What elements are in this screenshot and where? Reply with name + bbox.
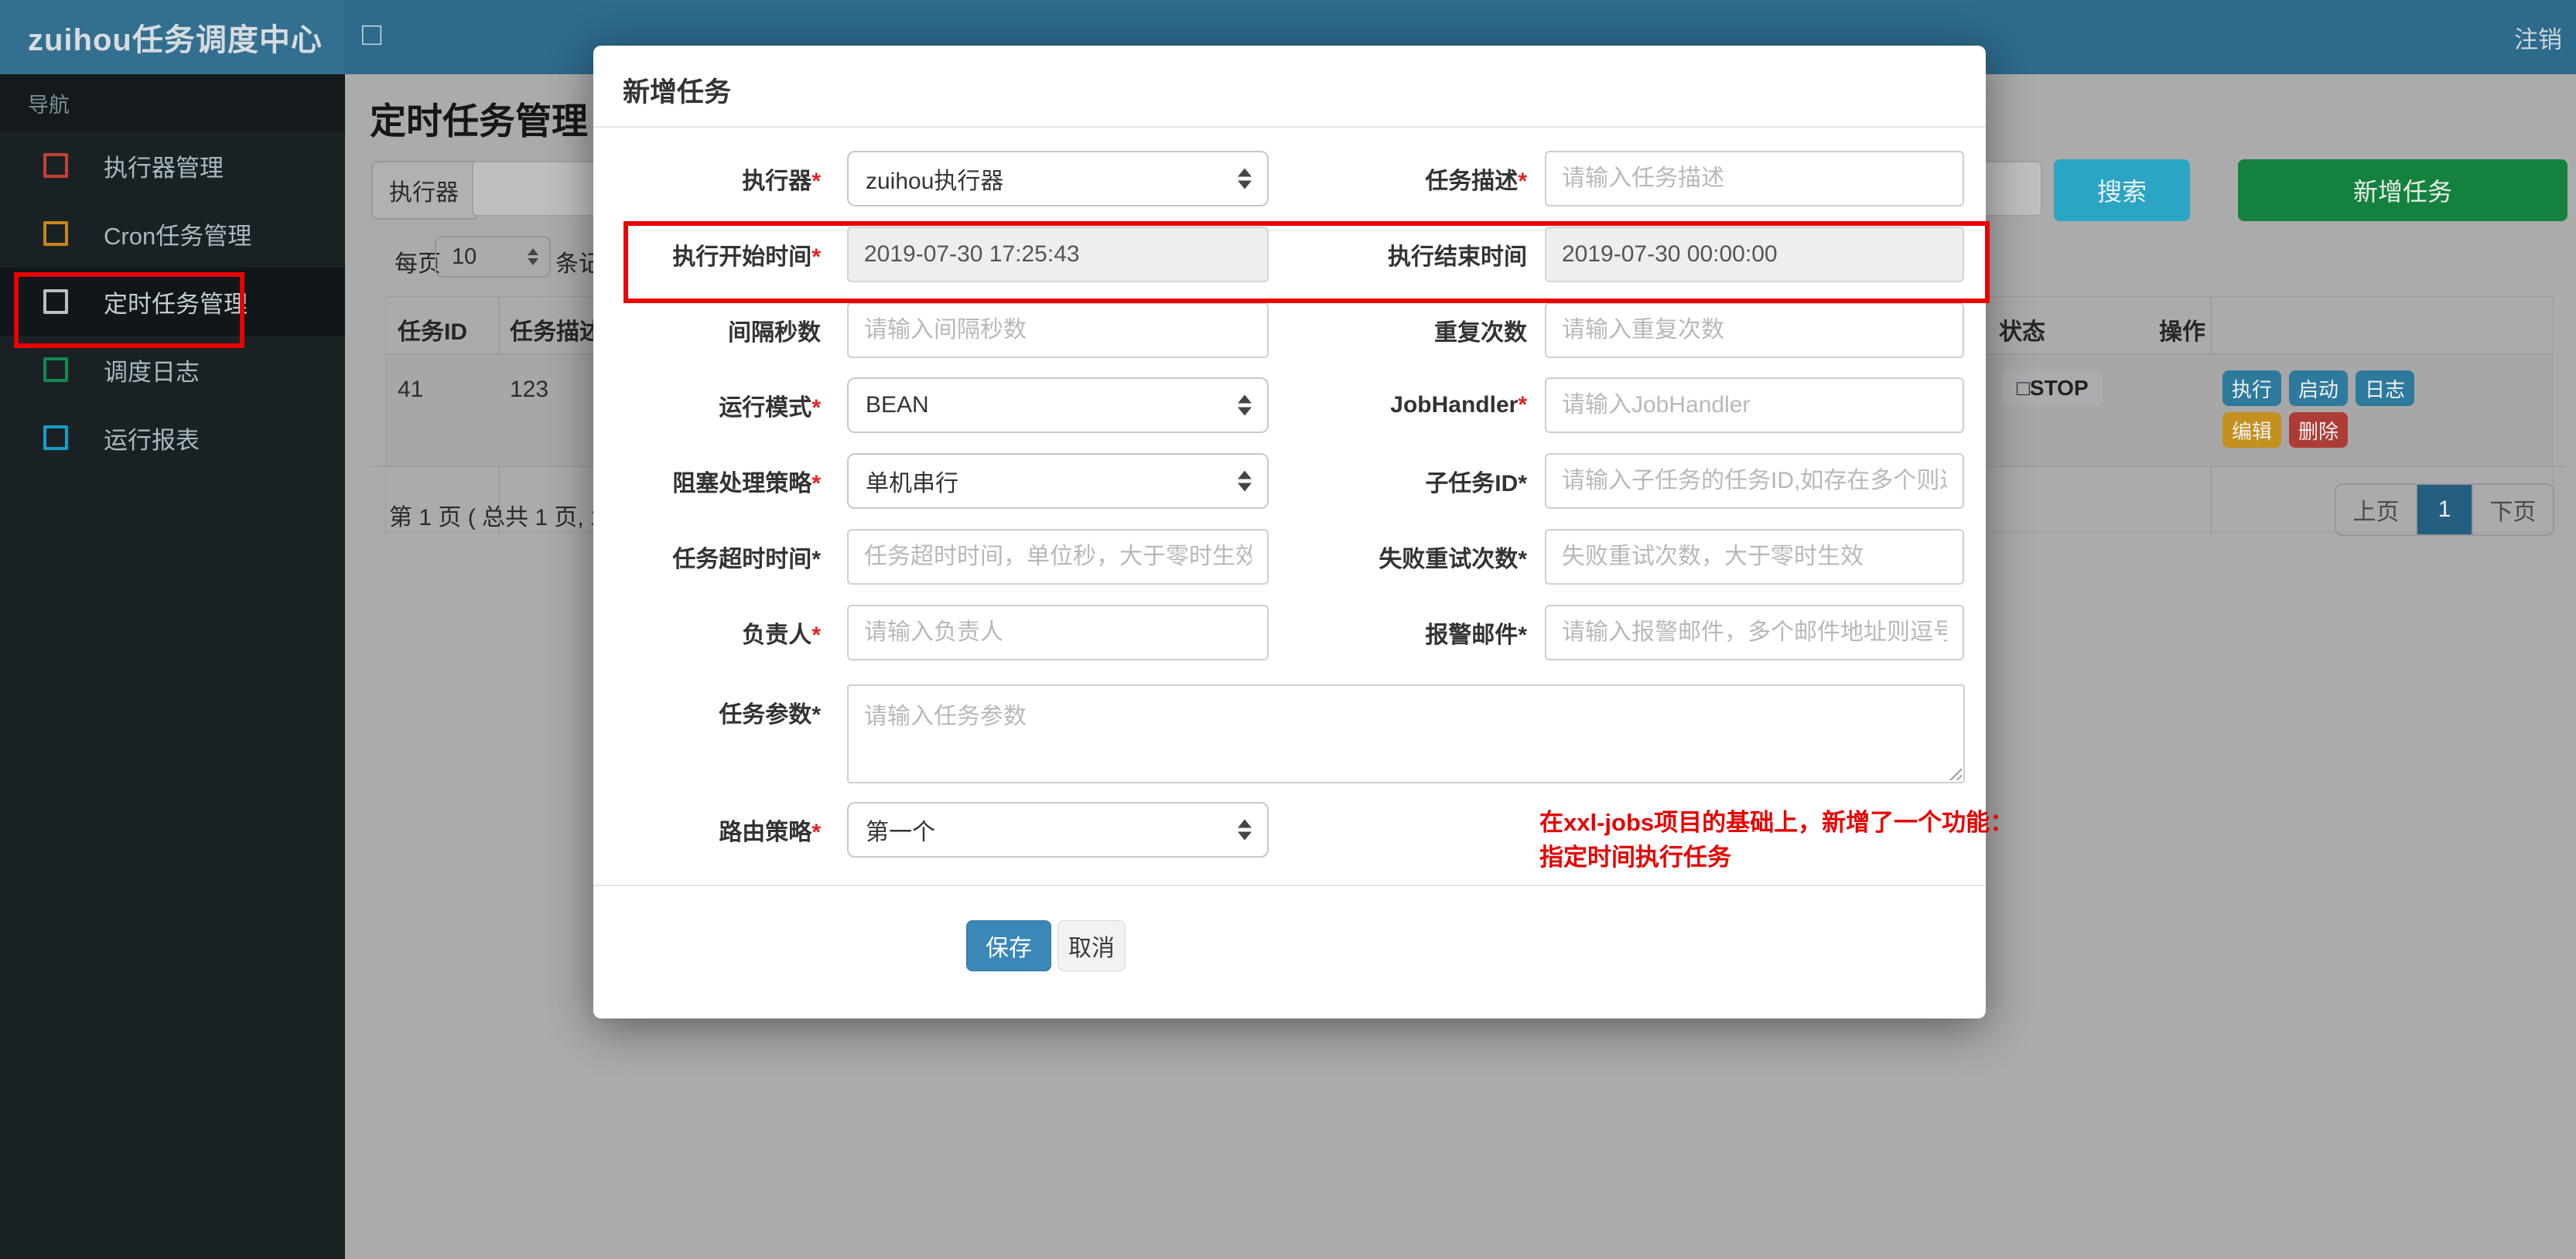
cell-task-id: 41 (398, 377, 424, 402)
sidebar-item-label: 调度日志 (104, 358, 200, 386)
square-icon (43, 289, 68, 314)
status-badge: □STOP (2003, 370, 2103, 406)
logout-link[interactable]: 注销 (2514, 20, 2562, 55)
cancel-button[interactable]: 取消 (1057, 920, 1126, 971)
route-strategy-select[interactable]: 第一个 (847, 802, 1269, 858)
end-time-input[interactable] (1545, 227, 1964, 282)
header-status: 状态 (1999, 319, 2045, 345)
timeout-label: 任务超时时间* (672, 547, 821, 572)
select-arrows-icon (1238, 394, 1252, 416)
author-input[interactable] (847, 605, 1269, 660)
feature-note-line1: 在xxl-jobs项目的基础上，新增了一个功能： (1539, 809, 2014, 836)
sidebar-item-timed-task-manage[interactable]: 定时任务管理 (0, 268, 345, 336)
sidebar-item-run-report[interactable]: 运行报表 (0, 404, 345, 472)
modal-title: 新增任务 (623, 77, 732, 107)
interval-input[interactable] (847, 302, 1269, 358)
job-desc-input[interactable] (1545, 151, 1964, 206)
square-icon (43, 425, 68, 450)
modal-header-divider (593, 126, 1986, 128)
alarm-email-input[interactable] (1545, 605, 1964, 660)
end-time-label: 执行结束时间 (1388, 244, 1527, 270)
start-button[interactable]: 启动 (2289, 370, 2348, 406)
resize-grip-icon[interactable] (1948, 766, 1962, 780)
edit-button[interactable]: 编辑 (2222, 412, 2281, 448)
per-page-value: 10 (452, 244, 477, 269)
sidebar-nav-header: 导航 (0, 74, 345, 131)
child-jobid-label: 子任务ID* (1425, 471, 1527, 496)
per-page-select[interactable]: 10 (435, 236, 551, 278)
square-icon (43, 221, 68, 246)
sidebar-item-label: 定时任务管理 (104, 290, 248, 318)
sidebar-toggle-icon[interactable]: □ (362, 15, 381, 53)
fail-retry-input[interactable] (1545, 529, 1964, 585)
pagination: 上页 1 下页 (2335, 483, 2554, 536)
job-param-textarea[interactable] (847, 684, 1965, 783)
select-arrows-icon (1238, 168, 1252, 189)
header-task-id: 任务ID (398, 319, 467, 345)
glue-type-select[interactable]: BEAN (847, 377, 1269, 433)
job-desc-label: 任务描述* (1425, 169, 1527, 194)
route-strategy-label: 路由策略* (719, 820, 821, 845)
sidebar-item-label: Cron任务管理 (104, 222, 252, 250)
square-icon (43, 357, 68, 382)
delete-button[interactable]: 删除 (2289, 412, 2348, 448)
sidebar: 导航 执行器管理 Cron任务管理 定时任务管理 调度日志 运行报表 (0, 74, 345, 1259)
app-logo: zuihou任务调度中心 (0, 0, 345, 74)
start-time-label: 执行开始时间* (672, 244, 821, 270)
app-title: zuihou任务调度中心 (28, 23, 323, 57)
executor-select[interactable]: zuihou执行器 (847, 151, 1269, 206)
select-arrows-icon (528, 248, 538, 265)
sidebar-item-label: 执行器管理 (104, 154, 224, 182)
block-strategy-select[interactable]: 单机串行 (847, 453, 1269, 509)
log-button[interactable]: 日志 (2356, 370, 2414, 406)
block-strategy-label: 阻塞处理策略* (672, 471, 821, 496)
interval-label: 间隔秒数 (728, 320, 821, 346)
sidebar-item-executor-manage[interactable]: 执行器管理 (0, 131, 345, 200)
select-arrows-icon (1238, 819, 1252, 841)
per-page-prefix: 每页 (395, 251, 441, 277)
pager-prev-button[interactable]: 上页 (2336, 485, 2417, 534)
job-param-label: 任务参数* (719, 702, 821, 728)
sidebar-item-label: 运行报表 (104, 426, 200, 454)
header-ops: 操作 (2159, 319, 2205, 345)
feature-note: 在xxl-jobs项目的基础上，新增了一个功能： 指定时间执行任务 (1539, 805, 2014, 875)
sidebar-item-schedule-log[interactable]: 调度日志 (0, 336, 345, 404)
pager-current-page[interactable]: 1 (2417, 485, 2472, 534)
header-task-desc: 任务描述 (510, 319, 603, 345)
timeout-input[interactable] (847, 529, 1269, 585)
square-icon (43, 153, 68, 178)
pager-next-button[interactable]: 下页 (2472, 485, 2553, 534)
feature-note-line2: 指定时间执行任务 (1539, 844, 1731, 871)
run-button[interactable]: 执行 (2222, 370, 2281, 406)
search-button[interactable]: 搜索 (2054, 159, 2190, 221)
modal-footer-divider (593, 885, 1986, 886)
repeat-count-label: 重复次数 (1434, 320, 1527, 346)
cell-task-desc: 123 (510, 377, 549, 402)
start-time-input[interactable] (847, 227, 1269, 282)
executor-label: 执行器* (742, 169, 821, 194)
child-jobid-input[interactable] (1545, 453, 1964, 509)
executor-filter-addon: 执行器 (371, 161, 477, 220)
author-label: 负责人* (742, 623, 821, 648)
repeat-count-input[interactable] (1545, 302, 1964, 358)
add-task-modal: 新增任务 执行器* zuihou执行器 任务描述* 执行开始时间* 执行结束时间… (593, 46, 2014, 1018)
alarm-email-label: 报警邮件* (1425, 623, 1527, 648)
fail-retry-label: 失败重试次数* (1379, 547, 1527, 572)
page-title: 定时任务管理 (370, 101, 588, 142)
job-handler-label: JobHandler* (1390, 392, 1527, 418)
glue-type-label: 运行模式* (719, 395, 821, 421)
save-button[interactable]: 保存 (966, 920, 1051, 971)
pagination-info: 第 1 页 ( 总共 1 页, 1 (389, 505, 603, 531)
select-arrows-icon (1238, 470, 1252, 492)
job-handler-input[interactable] (1545, 377, 1964, 433)
add-task-button[interactable]: 新增任务 (2238, 159, 2567, 221)
sidebar-item-cron-task-manage[interactable]: Cron任务管理 (0, 200, 345, 268)
